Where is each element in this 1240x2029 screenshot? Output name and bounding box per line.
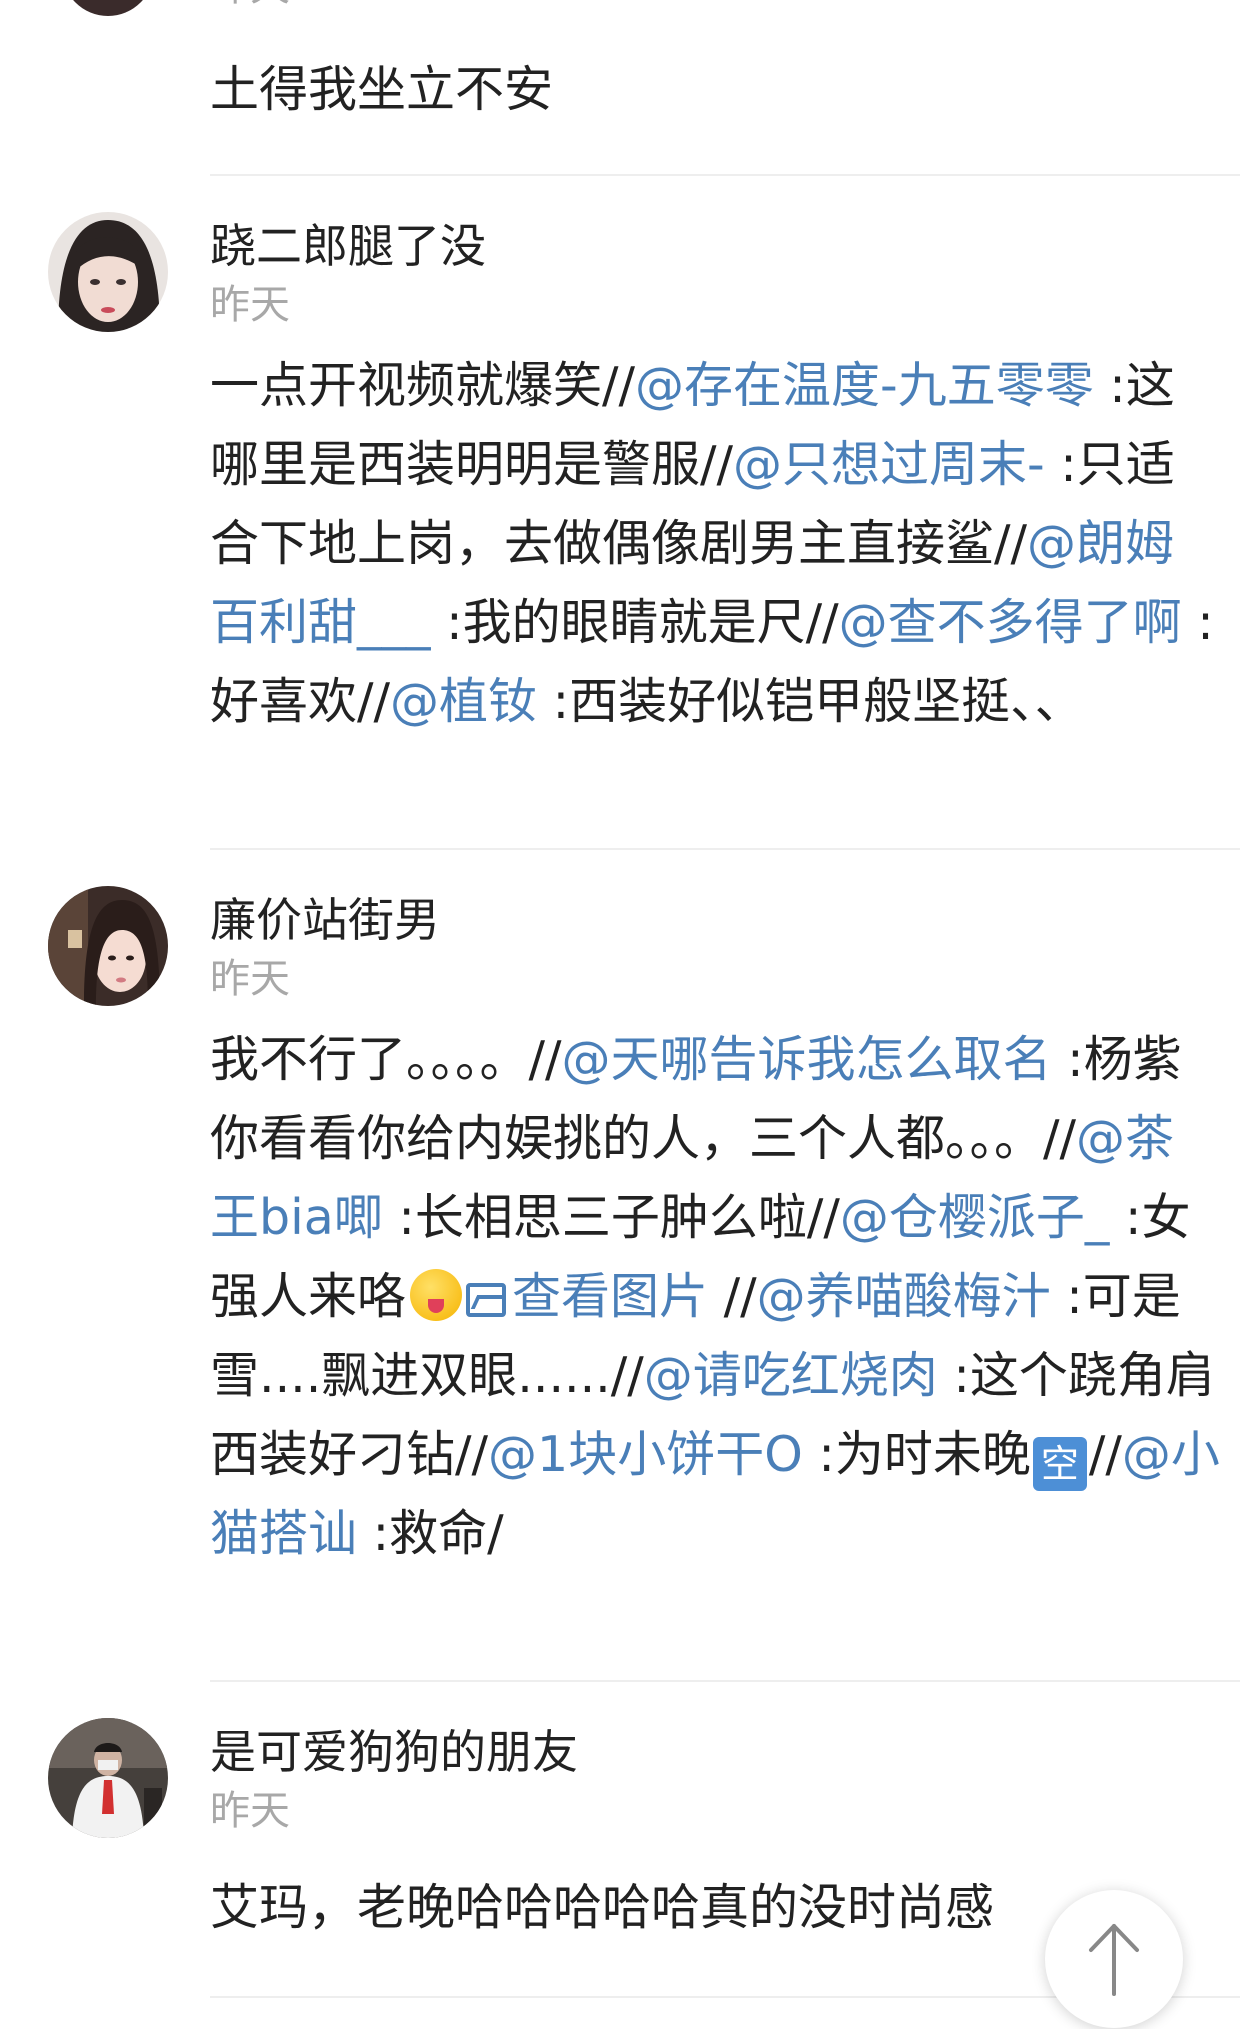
mention-link[interactable]: @1块小饼干O: [488, 1426, 803, 1483]
comment-time: 昨天: [210, 282, 290, 328]
comment-text: 一点开视频就爆笑//@存在温度-九五零零 :这哪里是西装明明是警服//@只想过周…: [210, 346, 1220, 741]
mention-link[interactable]: @存在温度-九五零零: [635, 357, 1094, 414]
comment-text-segment: :西装好似铠甲般坚挺、、: [537, 673, 1084, 730]
comment-time: 昨天: [210, 1788, 290, 1834]
comment-text-segment: :长相思三子肿么啦//: [382, 1189, 840, 1246]
divider: [210, 848, 1240, 850]
avatar[interactable]: [48, 886, 168, 1006]
avatar[interactable]: [62, 0, 154, 16]
comment-time: 昨天: [210, 956, 290, 1002]
image-icon: [466, 1283, 507, 1317]
divider: [210, 1680, 1240, 1682]
mention-link[interactable]: @天哪告诉我怎么取名: [562, 1031, 1052, 1088]
comment-text-segment: :救命/: [357, 1505, 504, 1562]
comment-text-segment: :我的眼睛就是尺//: [430, 594, 839, 651]
username[interactable]: 跷二郎腿了没: [210, 218, 486, 274]
view-image-link[interactable]: 查看图片: [466, 1268, 708, 1325]
avatar[interactable]: [48, 212, 168, 332]
comment-text-segment: :为时未晚: [802, 1426, 1031, 1483]
comment-time: 昨天: [210, 0, 290, 12]
mention-link[interactable]: @查不多得了啊: [839, 594, 1182, 651]
tongue-face-emoji: [410, 1269, 463, 1321]
view-image-label: 查看图片: [512, 1268, 709, 1325]
mention-link[interactable]: @请吃红烧肉: [644, 1347, 938, 1404]
comment-text-segment: //: [708, 1268, 757, 1325]
username[interactable]: 是可爱狗狗的朋友: [210, 1724, 578, 1780]
username[interactable]: 廉价站街男: [210, 892, 440, 948]
comment-text-segment: //: [1088, 1426, 1122, 1483]
comment-text-segment: 艾玛，老晚哈哈哈哈哈真的没时尚感: [210, 1879, 995, 1936]
mention-link[interactable]: @养喵酸梅汁: [757, 1268, 1051, 1325]
avatar[interactable]: [48, 1718, 168, 1838]
comment-text: 土得我坐立不安: [210, 61, 554, 118]
mention-link[interactable]: @植钕: [390, 673, 537, 730]
kong-emoji: 空: [1032, 1437, 1087, 1491]
comment-text-segment: 一点开视频就爆笑//: [210, 357, 636, 414]
scroll-to-top-button[interactable]: [1045, 1890, 1183, 2028]
mention-link[interactable]: @仓樱派子_: [840, 1189, 1110, 1246]
comment-text: 我不行了。。。。//@天哪告诉我怎么取名 :杨紫你看看你给内娱挑的人，三个人都。…: [210, 1020, 1220, 1573]
arrow-up-icon: [1089, 1924, 1139, 1996]
divider: [210, 174, 1240, 176]
mention-link[interactable]: @只想过周末-: [733, 436, 1045, 493]
comment-text-segment: 我不行了。。。。//: [210, 1031, 562, 1088]
